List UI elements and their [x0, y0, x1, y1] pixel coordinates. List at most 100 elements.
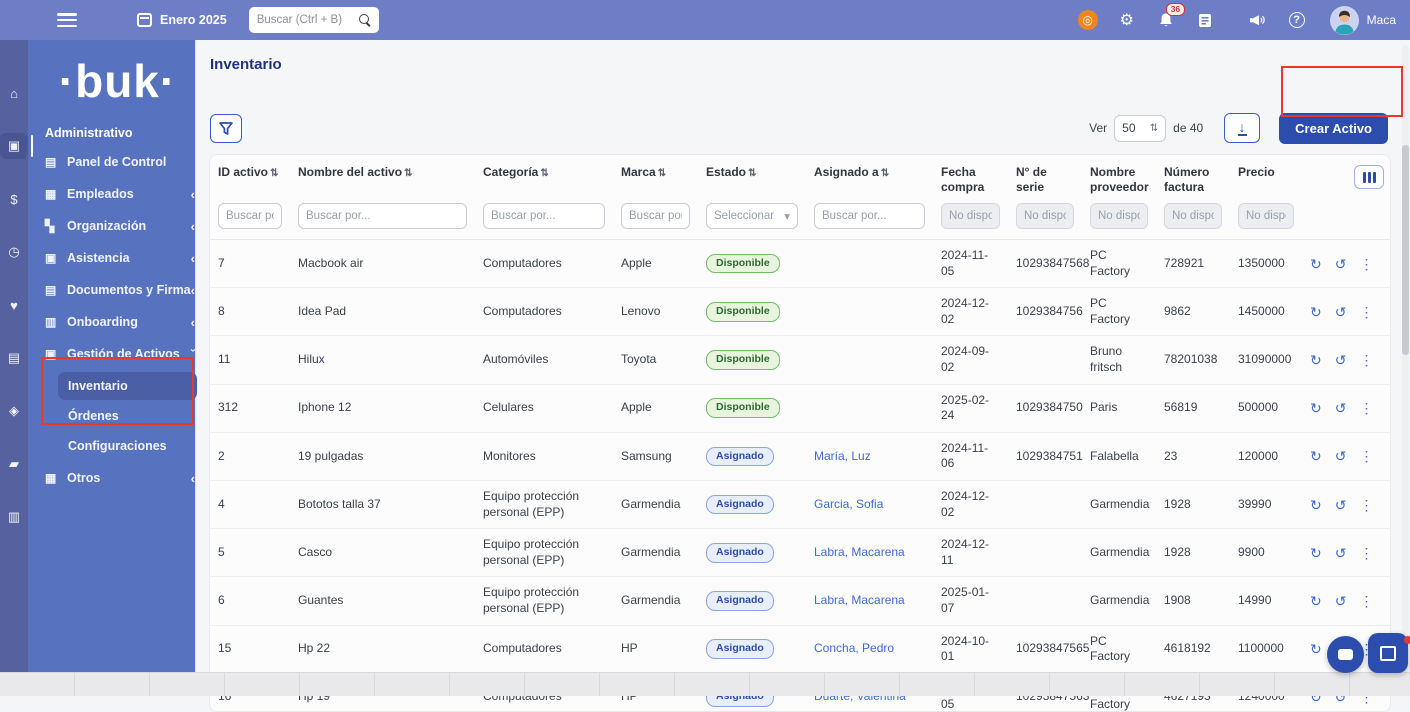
- sidebar-item-gesti-n-de-activos[interactable]: ▣ Gestión de Activos ˇ: [28, 338, 207, 370]
- filter-button[interactable]: [210, 113, 242, 143]
- search-input[interactable]: [256, 14, 359, 26]
- folder-icon[interactable]: ▰: [0, 451, 28, 477]
- sync-icon[interactable]: ↻: [1310, 498, 1322, 512]
- column-header-estado[interactable]: Estado ⇅: [698, 155, 806, 197]
- history-icon[interactable]: ↺: [1335, 305, 1347, 319]
- pagesize-ver-label: Ver: [1089, 121, 1108, 135]
- sort-icon[interactable]: ⇅: [270, 168, 278, 179]
- sidebar-item-onboarding[interactable]: ▥ Onboarding ‹: [28, 306, 207, 338]
- assigned-to-link[interactable]: Labra, Macarena: [814, 593, 905, 607]
- announcements-megaphone-icon[interactable]: [1248, 10, 1268, 30]
- history-icon[interactable]: ↺: [1335, 546, 1347, 560]
- column-header-id-activo[interactable]: ID activo ⇅: [210, 155, 290, 197]
- money-icon[interactable]: $: [0, 186, 28, 212]
- chevron-down-icon: ˇ: [190, 346, 195, 362]
- user-menu[interactable]: Maca: [1329, 5, 1396, 35]
- column-header-nombre-del-activo[interactable]: Nombre del activo ⇅: [290, 155, 475, 197]
- storefront-icon[interactable]: ▥: [0, 504, 28, 530]
- assigned-to-link[interactable]: Concha, Pedro: [814, 641, 894, 655]
- sidebar-item-organizaci-n[interactable]: ▚ Organización ‹: [28, 210, 207, 242]
- sidebar-item-otros[interactable]: ▦ Otros ‹: [28, 462, 207, 494]
- pagesize-select[interactable]: 50 ⇅: [1114, 114, 1167, 142]
- history-icon[interactable]: ↺: [1335, 449, 1347, 463]
- chat-fab-button[interactable]: [1327, 636, 1364, 673]
- sort-icon[interactable]: ⇅: [404, 168, 412, 179]
- briefcase-icon[interactable]: ▤: [0, 345, 28, 371]
- history-icon[interactable]: ↺: [1335, 498, 1347, 512]
- history-icon[interactable]: ↺: [1335, 594, 1347, 608]
- clock-icon[interactable]: ◷: [0, 239, 28, 265]
- sync-icon[interactable]: ↻: [1310, 449, 1322, 463]
- assigned-to-link[interactable]: Garcia, Sofia: [814, 497, 883, 511]
- column-filter-input-5[interactable]: [814, 203, 925, 229]
- download-button[interactable]: ↓: [1224, 113, 1261, 143]
- attendance-icon: ▣: [45, 251, 57, 265]
- row-actions: ↻ ↺ ⋮: [1310, 305, 1384, 319]
- assets-clipboard-icon[interactable]: ▣: [0, 133, 33, 159]
- kebab-menu-icon[interactable]: ⋮: [1359, 594, 1373, 608]
- estado-filter-select[interactable]: Seleccionar ▾: [706, 203, 798, 229]
- sort-icon[interactable]: ⇅: [540, 168, 548, 179]
- assigned-to-link[interactable]: María, Luz: [814, 449, 871, 463]
- global-search[interactable]: [248, 7, 379, 33]
- column-filter-input-1[interactable]: [298, 203, 467, 229]
- gear-icon[interactable]: ⚙: [1117, 10, 1137, 30]
- table-row: 4 Bototos talla 37 Equipo protección perso…: [210, 480, 1390, 530]
- chevron-left-icon: ‹: [190, 250, 195, 266]
- column-header-n-mero-factura: Número factura: [1156, 155, 1230, 197]
- sync-icon[interactable]: ↻: [1310, 305, 1322, 319]
- history-icon[interactable]: ↺: [1335, 401, 1347, 415]
- kebab-menu-icon[interactable]: ⋮: [1359, 401, 1373, 415]
- sync-icon[interactable]: ↻: [1310, 257, 1322, 271]
- history-icon[interactable]: ↺: [1335, 257, 1347, 271]
- column-filter-input-0[interactable]: [218, 203, 282, 229]
- sync-icon[interactable]: ↻: [1310, 546, 1322, 560]
- benefits-icon[interactable]: ♥: [0, 292, 28, 318]
- sync-icon[interactable]: ↻: [1310, 642, 1322, 656]
- assigned-to-link[interactable]: Labra, Macarena: [814, 545, 905, 559]
- sidebar-item-documentos-y-firma[interactable]: ▤ Documentos y Firma ‹: [28, 274, 207, 306]
- sidebar-item-asistencia[interactable]: ▣ Asistencia ‹: [28, 242, 207, 274]
- columns-settings-button[interactable]: [1354, 165, 1384, 189]
- kebab-menu-icon[interactable]: ⋮: [1359, 498, 1373, 512]
- column-header-asignado-a[interactable]: Asignado a ⇅: [806, 155, 933, 197]
- kebab-menu-icon[interactable]: ⋮: [1359, 257, 1373, 271]
- history-icon[interactable]: ↺: [1335, 353, 1347, 367]
- kebab-menu-icon[interactable]: ⋮: [1359, 353, 1373, 367]
- sidebar-item-panel-de-control[interactable]: ▤ Panel de Control: [28, 146, 207, 178]
- row-actions: ↻ ↺ ⋮: [1310, 257, 1384, 271]
- support-widget-button[interactable]: [1368, 633, 1408, 673]
- create-asset-button[interactable]: Crear Activo: [1279, 112, 1388, 144]
- sidebar-item-empleados[interactable]: ▦ Empleados ‹: [28, 178, 207, 210]
- education-icon[interactable]: ◈: [0, 398, 28, 424]
- column-header-categor-a[interactable]: Categoría ⇅: [475, 155, 613, 197]
- hamburger-menu-icon[interactable]: [57, 13, 77, 27]
- vertical-scrollbar[interactable]: [1402, 45, 1409, 665]
- sidebar-item-label: Asistencia: [67, 251, 130, 265]
- period-selector[interactable]: Enero 2025: [137, 13, 227, 27]
- buk-logo: ·buk·: [58, 55, 177, 107]
- help-icon[interactable]: ?: [1287, 10, 1307, 30]
- sync-icon[interactable]: ↻: [1310, 594, 1322, 608]
- table-row: 2 19 pulgadas Monitores Samsung Asignado Marí…: [210, 432, 1390, 481]
- sidebar-subitem-configuraciones[interactable]: Configuraciones: [58, 432, 197, 460]
- tasks-icon[interactable]: [1195, 10, 1215, 30]
- table-row: 8 Idea Pad Computadores Lenovo Disponible 202…: [210, 287, 1390, 337]
- rewards-icon[interactable]: ◎: [1077, 10, 1098, 30]
- sidebar-subitem-inventario[interactable]: Inventario: [58, 372, 197, 400]
- sort-icon[interactable]: ⇅: [748, 168, 756, 179]
- column-filter-input-3[interactable]: [621, 203, 690, 229]
- sync-icon[interactable]: ↻: [1310, 401, 1322, 415]
- kebab-menu-icon[interactable]: ⋮: [1359, 449, 1373, 463]
- kebab-menu-icon[interactable]: ⋮: [1359, 305, 1373, 319]
- sort-icon[interactable]: ⇅: [658, 168, 666, 179]
- filter-cell: Seleccionar ▾: [698, 197, 806, 240]
- home-icon[interactable]: ⌂: [0, 80, 28, 106]
- column-header-marca[interactable]: Marca ⇅: [613, 155, 698, 197]
- kebab-menu-icon[interactable]: ⋮: [1359, 546, 1373, 560]
- column-filter-input-2[interactable]: [483, 203, 605, 229]
- sort-icon[interactable]: ⇅: [881, 168, 889, 179]
- sidebar-subitem--rdenes[interactable]: Órdenes: [58, 402, 197, 430]
- notifications-bell-icon[interactable]: 36: [1156, 3, 1185, 30]
- sync-icon[interactable]: ↻: [1310, 353, 1322, 367]
